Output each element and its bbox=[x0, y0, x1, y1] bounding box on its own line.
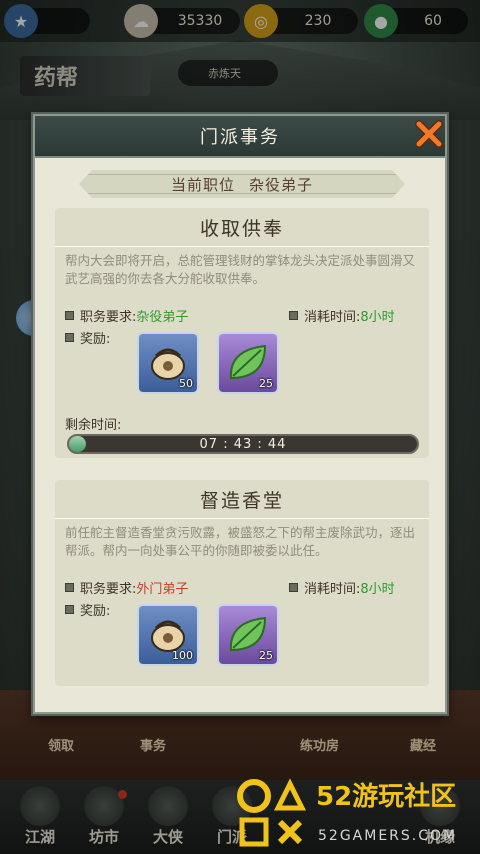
divider bbox=[55, 246, 429, 247]
reward-count: 25 bbox=[259, 649, 273, 662]
reward-row: 奖励: bbox=[65, 328, 110, 347]
bullet-icon bbox=[289, 583, 298, 592]
position-value: 杂役弟子 bbox=[249, 175, 314, 194]
requirement-value: 杂役弟子 bbox=[136, 310, 189, 325]
divider bbox=[55, 518, 429, 519]
current-position-banner: 当前职位 杂役弟子 bbox=[79, 170, 405, 198]
reward-label: 奖励: bbox=[80, 604, 111, 619]
remaining-time-progress: 07 : 43 : 44 bbox=[67, 434, 419, 454]
task-card[interactable]: 督造香堂 前任舵主督造香堂贪污败露，被盛怒之下的帮主废除武功，逐出帮派。帮内一向… bbox=[55, 480, 429, 686]
requirement-value: 外门弟子 bbox=[136, 582, 189, 597]
requirement-label: 职务要求: bbox=[80, 582, 137, 597]
watermark-site: 52GAMERS.COM bbox=[318, 828, 458, 844]
remaining-time-label: 剩余时间: bbox=[65, 418, 122, 433]
time-value: 8小时 bbox=[360, 582, 395, 597]
dialog-title: 门派事务 bbox=[200, 127, 280, 148]
time-label: 消耗时间: bbox=[304, 582, 361, 597]
bullet-icon bbox=[289, 311, 298, 320]
bullet-icon bbox=[65, 583, 74, 592]
dialog-header: 门派事务 bbox=[35, 116, 445, 158]
gamepad-logo-icon bbox=[237, 778, 307, 847]
close-button[interactable] bbox=[411, 116, 447, 152]
reward-item-token[interactable]: 100 bbox=[137, 604, 199, 666]
sect-affairs-dialog: 门派事务 当前职位 杂役弟子 收取供奉 帮内大会即将开启，总舵管理钱财的掌钵龙头… bbox=[33, 114, 447, 714]
watermark-brand: 52游玩社区 bbox=[316, 782, 457, 812]
requirement-row: 职务要求: 外门弟子 bbox=[65, 578, 188, 597]
reward-count: 50 bbox=[179, 377, 193, 390]
reward-count: 25 bbox=[259, 377, 273, 390]
reward-item-leaf[interactable]: 25 bbox=[217, 332, 279, 394]
requirement-label: 职务要求: bbox=[80, 310, 137, 325]
requirement-row: 职务要求: 杂役弟子 bbox=[65, 306, 188, 325]
bullet-icon bbox=[65, 311, 74, 320]
task-title: 收取供奉 bbox=[199, 218, 284, 240]
reward-count: 100 bbox=[172, 649, 193, 662]
close-icon bbox=[415, 120, 443, 148]
time-value: 8小时 bbox=[360, 310, 395, 325]
time-cost-row: 消耗时间: 8小时 bbox=[289, 306, 395, 325]
task-title: 督造香堂 bbox=[199, 490, 284, 512]
remaining-time-value: 07 : 43 : 44 bbox=[199, 436, 287, 452]
bullet-icon bbox=[65, 333, 74, 342]
site-watermark: 52游玩社区 52GAMERS.COM bbox=[232, 770, 480, 854]
reward-row: 奖励: bbox=[65, 600, 110, 619]
time-cost-row: 消耗时间: 8小时 bbox=[289, 578, 395, 597]
time-label: 消耗时间: bbox=[304, 310, 361, 325]
position-label: 当前职位 bbox=[170, 175, 235, 194]
reward-item-leaf[interactable]: 25 bbox=[217, 604, 279, 666]
task-description: 帮内大会即将开启，总舵管理钱财的掌钵龙头决定派处事圆滑又武艺高强的你去各大分舵收… bbox=[65, 253, 416, 286]
reward-item-token[interactable]: 50 bbox=[137, 332, 199, 394]
reward-label: 奖励: bbox=[80, 332, 111, 347]
bullet-icon bbox=[65, 605, 74, 614]
task-description: 前任舵主督造香堂贪污败露，被盛怒之下的帮主废除武功，逐出帮派。帮内一向处事公平的… bbox=[65, 525, 416, 558]
